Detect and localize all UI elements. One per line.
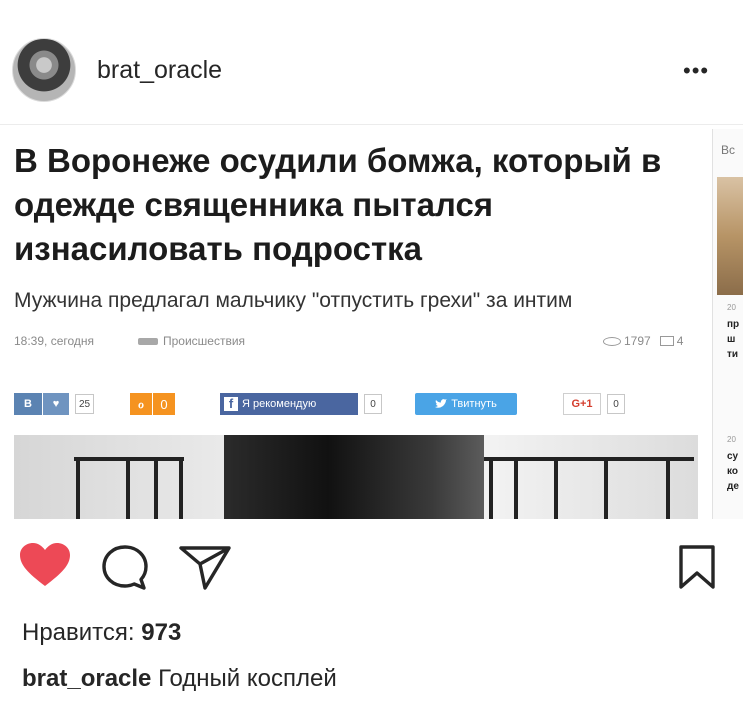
- article-headline: В Воронеже осудили бомжа, который в одеж…: [14, 142, 662, 267]
- share-icon[interactable]: [178, 544, 232, 592]
- sidebar-item1-text: пр ш ти: [727, 319, 740, 360]
- article-category: Происшествия: [138, 334, 245, 348]
- post-caption: brat_oracle Годный косплей: [22, 665, 337, 693]
- vk-share-button: В ♥ 25: [14, 393, 95, 415]
- fb-count: 0: [364, 394, 382, 414]
- article-sidebar: Вс 20 пр ш ти 20 су ко де: [712, 129, 743, 519]
- twitter-bird-icon: [435, 399, 448, 408]
- avatar[interactable]: [12, 38, 76, 102]
- bookmark-icon[interactable]: [678, 544, 716, 590]
- article-category-label: Происшествия: [163, 334, 246, 348]
- sidebar-item2-date: 20: [727, 435, 736, 444]
- vk-label: В: [14, 393, 42, 415]
- article-subheadline: Мужчина предлагал мальчику "отпустить гр…: [14, 289, 573, 312]
- twitter-share-button: Твитнуть: [415, 393, 517, 415]
- gplus-share-button: G+1 0: [563, 393, 625, 415]
- comment-count-icon: [659, 336, 674, 346]
- article-time: 18:39, сегодня: [14, 334, 95, 348]
- sidebar-thumbnail: [717, 177, 743, 295]
- sidebar-item1-date: 20: [727, 303, 736, 312]
- post-image[interactable]: В Воронеже осудили бомжа, который в одеж…: [0, 124, 743, 519]
- caption-text: Годный косплей: [158, 665, 337, 692]
- fb-share-button: f Я рекомендую 0: [220, 393, 382, 415]
- article-photo: [14, 435, 698, 519]
- eye-icon: [603, 336, 621, 346]
- post-actions: [0, 530, 743, 600]
- caption-username[interactable]: brat_oracle: [22, 665, 151, 692]
- likes-count[interactable]: Нравится: 973: [22, 619, 181, 647]
- gplus-label: G+1: [563, 393, 601, 415]
- sidebar-item2-text: су ко де: [727, 451, 739, 492]
- comments-count: 4: [676, 334, 684, 348]
- article-stats: 1797 4: [603, 334, 683, 348]
- gplus-count: 0: [607, 394, 625, 414]
- heart-icon[interactable]: [18, 542, 72, 590]
- comment-icon[interactable]: [100, 544, 150, 592]
- sidebar-top-text: Вс: [721, 143, 736, 157]
- views-count: 1797: [624, 334, 651, 348]
- fb-label: Я рекомендую: [242, 398, 317, 410]
- category-icon: [138, 337, 158, 345]
- heart-small-icon: ♥: [42, 393, 69, 415]
- facebook-icon: f: [224, 396, 238, 411]
- more-options-icon[interactable]: •••: [683, 58, 709, 84]
- photo-figure: [224, 435, 484, 519]
- likes-number: 973: [141, 619, 182, 646]
- post-username[interactable]: brat_oracle: [97, 56, 222, 85]
- ok-icon: ℴ: [130, 393, 152, 415]
- post-header: brat_oracle •••: [0, 0, 743, 124]
- twitter-label: Твитнуть: [451, 398, 497, 410]
- ok-share-button: ℴ 0: [130, 393, 175, 415]
- likes-label: Нравится:: [22, 619, 135, 646]
- vk-count: 25: [75, 394, 95, 414]
- ok-count: 0: [152, 393, 175, 415]
